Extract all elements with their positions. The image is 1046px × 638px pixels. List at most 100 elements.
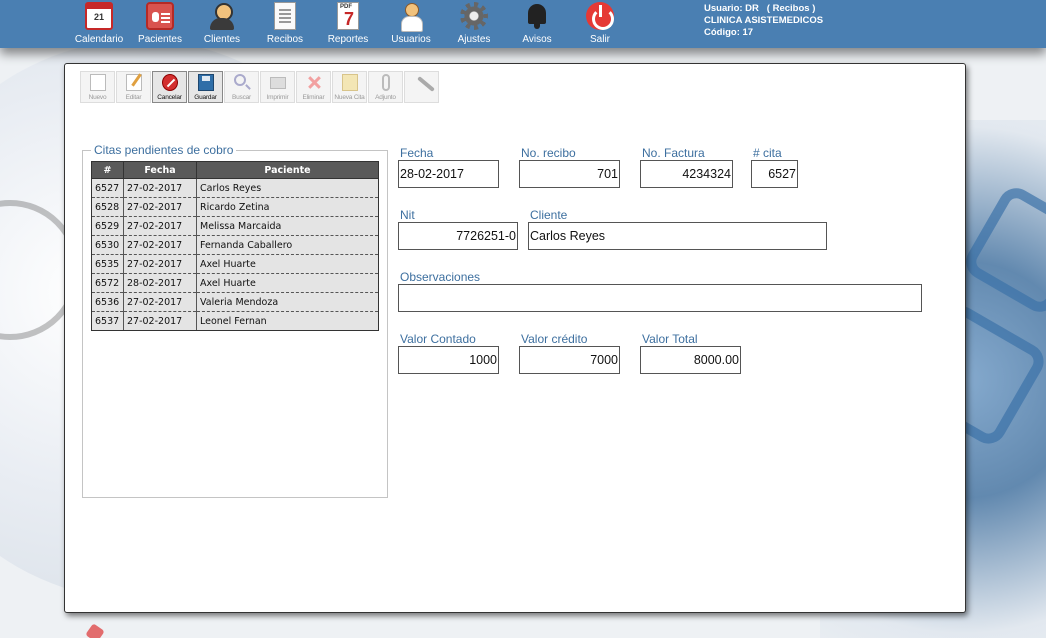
save-icon (198, 74, 214, 91)
table-row[interactable]: 6537 27-02-2017 Leonel Fernan (91, 311, 379, 331)
print-button[interactable]: Imprimir (260, 71, 295, 103)
contado-input[interactable]: 1000 (398, 346, 499, 374)
edit-icon (126, 74, 142, 91)
cell-fecha: 27-02-2017 (123, 311, 197, 331)
pending-appointments-table: # Fecha Paciente 6527 27-02-2017 Carlos Re… (91, 161, 379, 331)
recibo-input[interactable]: 701 (519, 160, 620, 188)
user-info: Usuario: DR ( Recibos ) CLINICA ASISTEME… (704, 3, 823, 39)
cell-fecha: 28-02-2017 (123, 273, 197, 293)
cell-number: 6528 (91, 197, 124, 217)
nit-input[interactable]: 7726251-0 (398, 222, 518, 250)
table-row[interactable]: 6528 27-02-2017 Ricardo Zetina (91, 197, 379, 217)
nav-pacientes[interactable]: Pacientes (127, 2, 193, 48)
table-row[interactable]: 6535 27-02-2017 Axel Huarte (91, 254, 379, 274)
table-row[interactable]: 6529 27-02-2017 Melissa Marcaida (91, 216, 379, 236)
clients-icon (208, 2, 236, 30)
table-row[interactable]: 6572 28-02-2017 Axel Huarte (91, 273, 379, 293)
cell-paciente: Axel Huarte (196, 273, 379, 293)
nav-ajustes[interactable]: Ajustes (441, 2, 507, 48)
fecha-input[interactable]: 28-02-2017 (398, 160, 499, 188)
cell-paciente: Axel Huarte (196, 254, 379, 274)
pending-appointments-title: Citas pendientes de cobro (91, 143, 237, 157)
cita-field: # cita 6527 (751, 146, 798, 188)
cell-paciente: Fernanda Caballero (196, 235, 379, 255)
cell-paciente: Valeria Mendoza (196, 292, 379, 312)
search-icon (234, 74, 246, 86)
observaciones-label: Observaciones (400, 270, 481, 284)
receipt-panel: Nuevo Editar Cancelar Guardar Buscar Imp… (64, 63, 966, 613)
nav-label: Avisos (522, 34, 552, 45)
cancel-icon (162, 74, 178, 91)
credito-input[interactable]: 7000 (519, 346, 620, 374)
reports-pdf-icon (337, 2, 359, 30)
nav-clientes[interactable]: Clientes (189, 2, 255, 48)
nav-usuarios[interactable]: Usuarios (378, 2, 444, 48)
table-row[interactable]: 6530 27-02-2017 Fernanda Caballero (91, 235, 379, 255)
nav-label: Calendario (74, 34, 124, 45)
column-header-paciente: Paciente (196, 161, 379, 179)
nav-label: Usuarios (391, 34, 431, 45)
toolbar-label: Editar (125, 94, 142, 101)
attachment-button[interactable]: Adjunto (368, 71, 403, 103)
receipts-icon (274, 2, 296, 30)
nav-avisos[interactable]: Avisos (504, 2, 570, 48)
nav-label: Ajustes (457, 34, 491, 45)
toolbar-label: Eliminar (302, 94, 325, 101)
total-field: Valor Total 8000.00 (640, 332, 741, 374)
new-appointment-icon (342, 74, 358, 91)
save-button[interactable]: Guardar (188, 71, 223, 103)
recibo-field: No. recibo 701 (519, 146, 620, 188)
nit-field: Nit 7726251-0 (398, 208, 518, 250)
toolbar-label: Nueva Cita (334, 94, 365, 101)
paperclip-icon (382, 74, 390, 91)
total-label: Valor Total (642, 332, 698, 346)
power-icon (586, 2, 614, 30)
cell-paciente: Melissa Marcaida (196, 216, 379, 236)
nav-salir[interactable]: Salir (567, 2, 633, 48)
cliente-label: Cliente (530, 208, 568, 222)
nav-label: Reportes (327, 34, 369, 45)
user-line: Usuario: DR ( Recibos ) (704, 3, 816, 14)
credito-field: Valor crédito 7000 (519, 332, 620, 374)
new-button[interactable]: Nuevo (80, 71, 115, 103)
nav-label: Recibos (266, 34, 304, 45)
cell-fecha: 27-02-2017 (123, 254, 197, 274)
pen-button[interactable] (404, 71, 439, 103)
nav-calendario[interactable]: 21 Calendario (66, 2, 132, 48)
search-button[interactable]: Buscar (224, 71, 259, 103)
table-row[interactable]: 6536 27-02-2017 Valeria Mendoza (91, 292, 379, 312)
cell-number: 6537 (91, 311, 124, 331)
factura-field: No. Factura 4234324 (640, 146, 733, 188)
observaciones-input[interactable] (398, 284, 922, 312)
bell-icon (523, 2, 551, 30)
nav-recibos[interactable]: Recibos (252, 2, 318, 48)
nit-label: Nit (400, 208, 415, 222)
cell-fecha: 27-02-2017 (123, 235, 197, 255)
column-header-fecha: Fecha (123, 161, 197, 179)
clinic-name: CLINICA ASISTEMEDICOS (704, 15, 824, 26)
toolbar-label: Adjunto (375, 94, 396, 101)
user-code: Código: 17 (704, 27, 754, 38)
new-appointment-button[interactable]: Nueva Cita (332, 71, 367, 103)
total-input[interactable]: 8000.00 (640, 346, 741, 374)
cell-fecha: 27-02-2017 (123, 197, 197, 217)
delete-button[interactable]: Eliminar (296, 71, 331, 103)
cell-number: 6530 (91, 235, 124, 255)
observaciones-field: Observaciones (398, 270, 922, 312)
cancel-button[interactable]: Cancelar (152, 71, 187, 103)
cell-number: 6527 (91, 178, 124, 198)
top-navigation-bar: 21 Calendario Pacientes Clientes Recibos… (0, 0, 1046, 48)
fecha-label: Fecha (400, 146, 434, 160)
table-header: # Fecha Paciente (91, 161, 379, 179)
factura-input[interactable]: 4234324 (640, 160, 733, 188)
pending-appointments-group: Citas pendientes de cobro # Fecha Pacien… (82, 143, 388, 498)
cita-input[interactable]: 6527 (751, 160, 798, 188)
table-row[interactable]: 6527 27-02-2017 Carlos Reyes (91, 178, 379, 198)
cell-paciente: Leonel Fernan (196, 311, 379, 331)
cell-fecha: 27-02-2017 (123, 292, 197, 312)
edit-button[interactable]: Editar (116, 71, 151, 103)
nav-reportes[interactable]: Reportes (315, 2, 381, 48)
patients-icon (146, 2, 174, 30)
cliente-input[interactable]: Carlos Reyes (528, 222, 827, 250)
new-document-icon (90, 74, 106, 91)
